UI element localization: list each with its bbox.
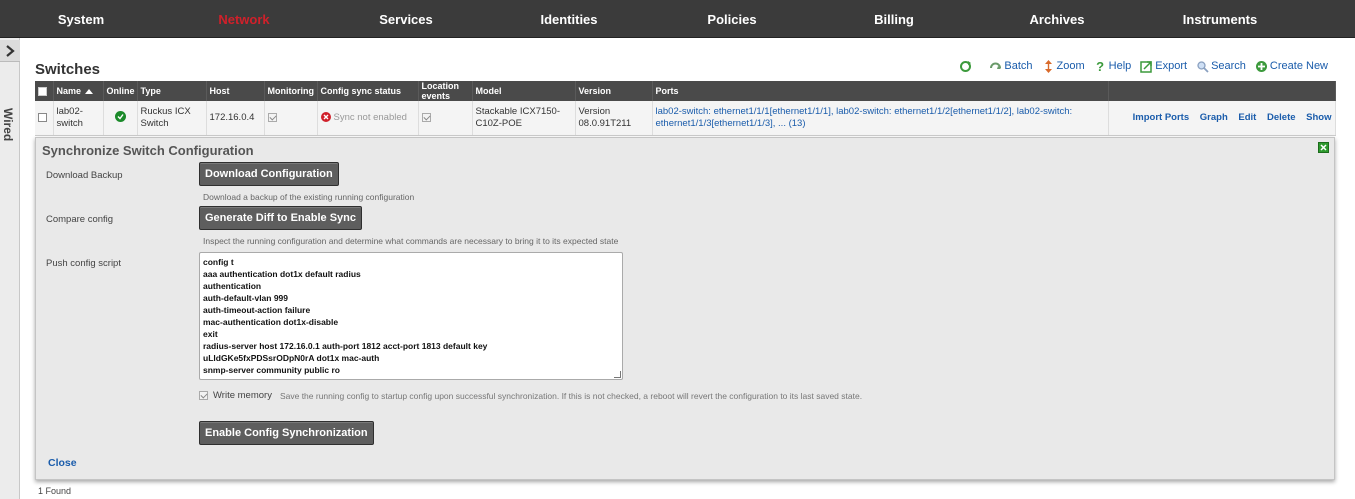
toolbar: Batch Zoom ? Help Export Search Create N… — [959, 58, 1328, 74]
col-location-events[interactable]: Location events — [418, 81, 473, 101]
nav-network[interactable]: Network — [184, 0, 304, 38]
compare-help-text: Inspect the running configuration and de… — [203, 236, 619, 246]
col-monitoring[interactable]: Monitoring — [264, 81, 318, 101]
row-type: Ruckus ICX Switch — [137, 101, 207, 136]
batch-button[interactable]: Batch — [989, 60, 1033, 73]
row-ports: lab02-switch: ethernet1/1/1[ethernet1/1/… — [652, 101, 1109, 136]
row-online — [103, 101, 138, 136]
col-type[interactable]: Type — [137, 81, 207, 101]
edit-link[interactable]: Edit — [1238, 112, 1256, 123]
row-checkbox[interactable] — [38, 112, 47, 122]
close-panel-button[interactable] — [1318, 142, 1329, 153]
import-ports-link[interactable]: Import Ports — [1133, 112, 1189, 123]
side-panel-toggle[interactable] — [0, 40, 20, 62]
col-model[interactable]: Model — [472, 81, 576, 101]
nav-policies[interactable]: Policies — [672, 0, 792, 38]
export-icon — [1140, 60, 1153, 73]
error-icon — [320, 112, 331, 123]
location-events-checkbox — [421, 112, 431, 122]
nav-services[interactable]: Services — [346, 0, 466, 38]
nav-billing[interactable]: Billing — [834, 0, 954, 38]
nav-archives[interactable]: Archives — [997, 0, 1117, 38]
col-actions — [1108, 81, 1336, 101]
add-icon — [1255, 60, 1268, 73]
search-icon — [1196, 60, 1209, 73]
sync-config-panel: Synchronize Switch Configuration Downloa… — [35, 137, 1335, 480]
col-name[interactable]: Name — [53, 81, 104, 101]
download-backup-label: Download Backup — [46, 170, 123, 181]
create-new-button[interactable]: Create New — [1255, 60, 1328, 73]
online-check-icon — [114, 111, 126, 123]
monitoring-checkbox — [267, 112, 277, 122]
batch-label: Batch — [1004, 60, 1033, 72]
row-host: 172.16.0.4 — [206, 101, 265, 136]
select-all-cell — [35, 81, 54, 101]
col-ports[interactable]: Ports — [652, 81, 1109, 101]
col-config-sync-status[interactable]: Config sync status — [317, 81, 419, 101]
refresh-icon — [959, 60, 972, 73]
row-monitoring — [264, 101, 318, 136]
col-host[interactable]: Host — [206, 81, 265, 101]
row-actions: Import Ports Graph Edit Delete Show — [1108, 101, 1336, 136]
zoom-label: Zoom — [1056, 60, 1085, 72]
config-script-textarea[interactable]: config t aaa authentication dot1x defaul… — [199, 252, 623, 380]
write-memory-row: Write memory Save the running config to … — [199, 390, 862, 401]
write-memory-label: Write memory — [213, 390, 272, 401]
create-new-label: Create New — [1269, 60, 1328, 72]
generate-diff-button[interactable]: Generate Diff to Enable Sync — [199, 206, 362, 230]
switches-table: Name Online Type Host Monitoring Config … — [35, 81, 1336, 136]
sort-ascending-icon — [85, 89, 94, 95]
side-panel-label[interactable]: Wired — [1, 108, 15, 141]
export-button[interactable]: Export — [1140, 60, 1187, 73]
nav-identities[interactable]: Identities — [509, 0, 629, 38]
zoom-button[interactable]: Zoom — [1042, 59, 1085, 73]
chevron-right-icon — [6, 44, 15, 57]
side-panel: Wired — [0, 38, 20, 499]
row-name: lab02-switch — [53, 101, 104, 136]
enable-sync-button[interactable]: Enable Config Synchronization — [199, 421, 374, 445]
table-header-row: Name Online Type Host Monitoring Config … — [35, 81, 1336, 101]
show-link[interactable]: Show — [1306, 112, 1331, 123]
search-button[interactable]: Search — [1196, 60, 1246, 73]
row-version: Version 08.0.91T211 — [575, 101, 653, 136]
sync-panel-title: Synchronize Switch Configuration — [42, 143, 254, 158]
nav-system[interactable]: System — [21, 0, 141, 38]
col-online[interactable]: Online — [103, 81, 138, 101]
row-model: Stackable ICX7150-C10Z-POE — [472, 101, 576, 136]
row-config-sync-status: Sync not enabled — [317, 101, 419, 136]
help-label: Help — [1108, 60, 1132, 72]
page-title: Switches — [35, 61, 101, 78]
write-memory-checkbox[interactable] — [199, 391, 208, 400]
zoom-icon — [1042, 59, 1055, 73]
ports-link[interactable]: lab02-switch: ethernet1/1/1[ethernet1/1/… — [656, 106, 1073, 129]
export-label: Export — [1155, 60, 1188, 72]
download-configuration-button[interactable]: Download Configuration — [199, 162, 339, 186]
close-icon — [1320, 144, 1327, 151]
close-link[interactable]: Close — [48, 457, 77, 469]
row-select-cell — [35, 101, 54, 136]
col-version[interactable]: Version — [575, 81, 653, 101]
write-memory-help: Save the running config to startup confi… — [279, 390, 863, 401]
delete-link[interactable]: Delete — [1267, 112, 1296, 123]
download-help-text: Download a backup of the existing runnin… — [203, 192, 415, 202]
graph-link[interactable]: Graph — [1200, 112, 1228, 123]
row-location-events — [418, 101, 473, 136]
results-count: 1 Found — [38, 486, 72, 496]
compare-config-label: Compare config — [46, 214, 114, 225]
search-label: Search — [1211, 60, 1246, 72]
resize-grip-icon[interactable] — [614, 371, 621, 378]
push-config-label: Push config script — [46, 258, 121, 269]
select-all-checkbox[interactable] — [38, 87, 47, 97]
top-nav: System Network Services Identities Polic… — [0, 0, 1355, 38]
help-icon: ? — [1096, 58, 1105, 74]
help-button[interactable]: ? Help — [1094, 58, 1132, 74]
nav-instruments[interactable]: Instruments — [1160, 0, 1280, 38]
batch-icon — [989, 60, 1002, 73]
sync-status-text: Sync not enabled — [333, 111, 407, 123]
table-row[interactable]: lab02-switch Ruckus ICX Switch 172.16.0.… — [35, 101, 1336, 136]
refresh-button[interactable] — [959, 60, 974, 73]
